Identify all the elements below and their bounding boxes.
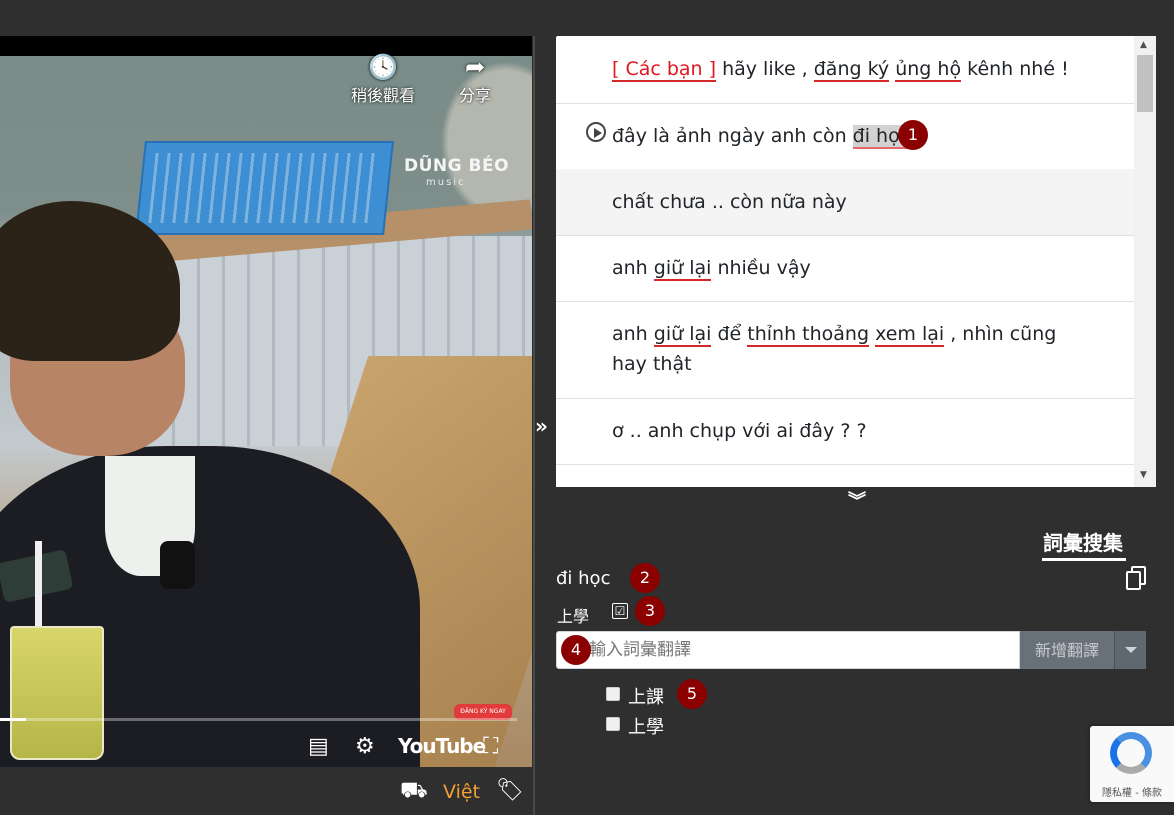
share-icon: ➦ [464, 53, 486, 81]
channel-watermark: DŨNG BÉO [404, 156, 510, 176]
video-frame: DŨNG BÉO music ĐĂNG KÝ NGAY [0, 56, 532, 767]
subtitle-line[interactable]: anh giữ lại nhiều vậy [556, 235, 1134, 302]
vocab-word[interactable]: [ Các bạn ] [612, 58, 717, 82]
subtitle-line[interactable]: anh giữ lại để thỉnh thoảng xem lại , nh… [556, 301, 1134, 399]
option-label-1[interactable]: 上課 [628, 683, 664, 709]
settings-gear-icon[interactable]: ⚙ [355, 734, 375, 759]
subtitle-text: [ Các bạn ] hãy like , đăng ký ủng hộ kê… [612, 54, 1074, 84]
subtitle-list[interactable]: [ Các bạn ] hãy like , đăng ký ủng hộ kê… [556, 36, 1134, 487]
subtitle-line[interactable]: đây là ảnh ngày anh còn đi học [556, 103, 1134, 170]
scroll-up-arrow-icon[interactable]: ▲ [1140, 40, 1147, 50]
selected-word: đi học [556, 568, 611, 589]
subtitle-scroll-thumb[interactable] [1137, 55, 1153, 112]
expand-down-icon[interactable]: ︾ [848, 487, 866, 513]
subtitle-line[interactable]: ơ .. anh chụp với ai đây ? ? [556, 398, 1134, 465]
recaptcha-icon [1110, 732, 1152, 774]
expand-right-icon[interactable]: » [535, 414, 548, 438]
vocab-word[interactable]: đăng ký [813, 58, 890, 82]
video-scene-basket [135, 141, 394, 235]
subtitle-segment: đây là ảnh ngày anh còn [612, 125, 853, 147]
subtitle-line[interactable]: chất chưa .. còn nữa này [556, 169, 1134, 236]
subtitle-line[interactable]: [ Các bạn ] hãy like , đăng ký ủng hộ kê… [556, 36, 1134, 104]
subtitle-segment: anh [612, 323, 654, 345]
add-translation-dropdown[interactable] [1114, 631, 1146, 669]
copy-icon[interactable] [1126, 566, 1146, 590]
language-selector[interactable]: Việt [443, 781, 480, 803]
share-label: 分享 [458, 86, 491, 105]
fullscreen-icon[interactable]: ⛶ [483, 734, 498, 759]
annotation-badge-2: 2 [630, 563, 660, 593]
video-progress-fill [0, 718, 26, 721]
recaptcha-text[interactable]: 隱私權 - 條款 [1090, 784, 1174, 799]
tab-vocabulary[interactable]: 詞彙搜集 [1043, 527, 1123, 556]
annotation-badge-1: 1 [898, 120, 928, 150]
subtitle-text: anh giữ lại nhiều vậy [612, 253, 1074, 283]
subtitle-segment: chất chưa .. còn nữa này [612, 191, 847, 213]
translation-input[interactable] [556, 631, 1020, 669]
add-translation-button[interactable]: 新增翻譯 [1020, 631, 1114, 669]
video-scene-cup [10, 626, 104, 760]
vocab-word[interactable]: ủng hộ [895, 58, 962, 82]
play-icon[interactable] [586, 122, 606, 142]
stroller-icon[interactable]: ⛟ [400, 778, 428, 806]
subtitle-segment: anh [612, 257, 654, 279]
share-button[interactable]: ➦ 分享 [440, 52, 510, 106]
option-checkbox-1[interactable] [606, 687, 620, 701]
channel-watermark-sub: music [426, 177, 466, 188]
watch-later-label: 稍後觀看 [350, 86, 415, 105]
clock-icon: 🕓 [368, 53, 398, 81]
subtitles-icon[interactable]: ▤ [308, 734, 329, 759]
youtube-logo[interactable]: YouTube [398, 734, 486, 758]
subtitle-segment: để [711, 323, 748, 345]
subtitle-text: đây là ảnh ngày anh còn đi học [612, 121, 1074, 151]
annotation-badge-3: 3 [635, 596, 665, 626]
scroll-down-arrow-icon[interactable]: ▼ [1140, 470, 1147, 480]
video-scene-watch [160, 541, 195, 589]
option-checkbox-2[interactable] [606, 717, 620, 731]
video-progress-bar[interactable] [0, 718, 517, 721]
watch-later-button[interactable]: 🕓 稍後觀看 [348, 52, 418, 106]
tags-icon[interactable]: 🏷 [496, 778, 524, 803]
annotation-badge-4: 4 [561, 635, 591, 665]
subtitle-segment: ơ .. anh chụp với ai đây ? ? [612, 420, 867, 442]
option-label-2[interactable]: 上學 [628, 713, 664, 739]
subtitle-text: chất chưa .. còn nữa này [612, 187, 1074, 217]
subtitle-text: anh giữ lại để thỉnh thoảng xem lại , nh… [612, 319, 1074, 379]
vocab-word[interactable]: xem lại [875, 323, 945, 347]
subtitle-segment: nhiều vậy [711, 257, 811, 279]
vocab-word[interactable]: giữ lại [653, 257, 712, 281]
subtitle-text: ơ .. anh chụp với ai đây ? ? [612, 416, 1074, 446]
video-player[interactable]: DŨNG BÉO music ĐĂNG KÝ NGAY 🕓 稍後觀看 ➦ 分享 … [0, 36, 532, 767]
recaptcha-badge[interactable]: 隱私權 - 條款 [1090, 726, 1174, 802]
annotation-badge-5: 5 [677, 679, 707, 709]
vocab-word[interactable]: giữ lại [653, 323, 712, 347]
subtitle-segment: kênh nhé ! [961, 58, 1069, 80]
translation-label: 上學 [557, 607, 590, 626]
top-bar [0, 0, 1174, 36]
subtitle-segment: hãy like , [716, 58, 814, 80]
translation-checkbox[interactable]: ☑ [612, 603, 628, 619]
tab-active-underline [1042, 558, 1126, 561]
vocab-word[interactable]: thỉnh thoảng [747, 323, 870, 347]
